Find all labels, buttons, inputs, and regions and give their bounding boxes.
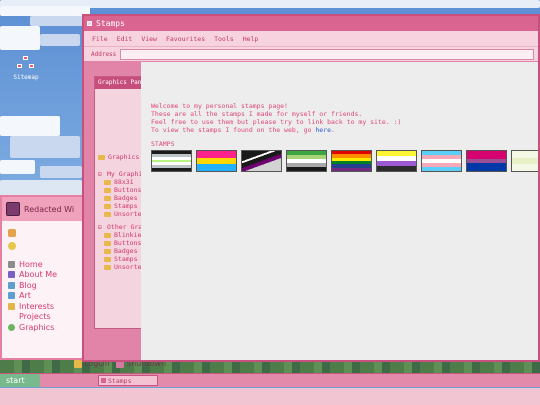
nav-about-icon [8,271,15,279]
folder-icon [98,154,105,160]
sitemap-shortcut[interactable]: Sitemap [8,56,44,81]
folder-icon [104,256,111,262]
avatar [6,202,20,216]
folder-icon [104,248,111,254]
nav-home-icon [8,260,15,268]
menu-view[interactable]: View [141,35,157,43]
sitemap-icon [17,56,35,72]
nav-item-interests[interactable]: Interests [8,301,57,312]
folder-icon [104,211,111,217]
window-title: Stamps [96,19,125,28]
folder-icon [104,187,111,193]
stamps-window: Stamps File Edit View Favourites Tools H… [82,14,540,362]
nav-interests-icon [8,302,15,310]
menu-favourites[interactable]: Favourites [166,35,205,43]
nav-projects-icon [8,313,15,320]
content-area: Welcome to my personal stamps page! Thes… [141,62,538,360]
sidebar: Graphics Panel Graphics ⊟ My Graphics 88x… [84,62,177,360]
taskbar-item-stamps[interactable]: Stamps [98,375,158,386]
address-label: Address [91,50,117,58]
address-bar: Address [84,46,538,61]
logoff-icon [74,359,82,368]
stamps-heading: STAMPS [151,140,175,148]
collapse-icon[interactable]: ⊟ [98,224,104,231]
intro-line: Welcome to my personal stamps page! [151,102,288,110]
stamp-partial[interactable] [511,150,538,172]
stamps-row [151,150,538,172]
intro-line: Feel free to use them but please try to … [151,118,402,126]
stamp-demisexual[interactable] [241,150,282,172]
stamp-pansexual[interactable] [196,150,237,172]
back-window-nav: Home About Me Blog Art Interests Project… [8,259,57,333]
back-window-title: Redacted Wi [24,204,75,214]
nav-art-icon [8,292,15,300]
intro-line: These are all the stamps I made for myse… [151,110,363,118]
nav-item-home[interactable]: Home [8,259,57,270]
window-icon [101,378,106,383]
nav-item-projects[interactable]: Projects [8,312,57,323]
intro-line-link: To view the stamps I found on the web, g… [151,126,335,134]
sitemap-label: Sitemap [13,74,39,81]
smiley-icon[interactable] [8,242,16,250]
folder-icon [104,264,111,270]
address-input[interactable] [120,48,534,60]
back-window: Redacted Wi Home About Me Blog Art Inter… [0,195,88,360]
start-button[interactable]: start [0,374,40,387]
folder-icon [104,203,111,209]
nav-item-art[interactable]: Art [8,291,57,302]
nav-graphics-icon [8,323,15,331]
stamp-agender[interactable] [151,150,192,172]
folder-icon [104,179,111,185]
stamp-rainbow[interactable] [331,150,372,172]
stamp-bisexual[interactable] [466,150,507,172]
folder-icon [104,195,111,201]
stamp-transgender[interactable] [421,150,462,172]
nav-item-about[interactable]: About Me [8,270,57,281]
here-link[interactable]: here [315,126,331,134]
window-titlebar[interactable]: Stamps [84,16,538,31]
stamp-nonbinary[interactable] [376,150,417,172]
collapse-icon[interactable]: ⊟ [98,171,104,178]
taskbar [0,373,540,387]
nav-item-blog[interactable]: Blog [8,280,57,291]
menu-tools[interactable]: Tools [214,35,234,43]
window-icon [87,21,92,26]
home-icon[interactable] [8,229,16,237]
folder-icon [104,240,111,246]
folder-icon [104,232,111,238]
menu-edit[interactable]: Edit [117,35,133,43]
menu-help[interactable]: Help [243,35,259,43]
menu-file[interactable]: File [92,35,108,43]
bottom-strip [0,388,540,405]
nav-blog-icon [8,281,15,289]
menu-bar: File Edit View Favourites Tools Help [84,31,538,46]
back-window-titlebar: Redacted Wi [2,197,86,221]
nav-item-graphics[interactable]: Graphics [8,322,57,333]
stamp-aromantic[interactable] [286,150,327,172]
intro-text: Welcome to my personal stamps page! Thes… [151,102,538,134]
